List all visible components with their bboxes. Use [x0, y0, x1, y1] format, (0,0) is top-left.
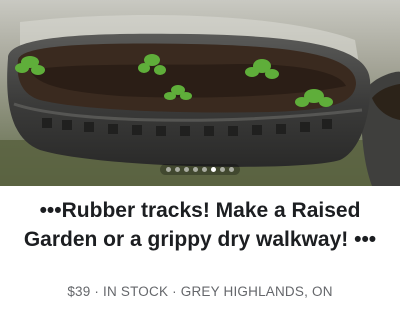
- pagination-dot[interactable]: [220, 167, 225, 172]
- pagination-dot[interactable]: [166, 167, 171, 172]
- listing-photo[interactable]: [0, 0, 400, 186]
- pagination-dot[interactable]: [184, 167, 189, 172]
- pagination-dot-active[interactable]: [211, 167, 216, 172]
- pagination-dot[interactable]: [175, 167, 180, 172]
- listing-meta: $39 · IN STOCK · GREY HIGHLANDS, ON: [67, 284, 333, 299]
- photo-pagination[interactable]: [0, 164, 400, 175]
- pagination-dot[interactable]: [193, 167, 198, 172]
- listing-title[interactable]: •••Rubber tracks! Make a Raised Garden o…: [12, 196, 388, 254]
- pagination-dot[interactable]: [202, 167, 207, 172]
- listing-card[interactable]: •••Rubber tracks! Make a Raised Garden o…: [0, 0, 400, 318]
- photo-pagination-dots: [160, 164, 240, 175]
- rubber-track-planter-image: [0, 0, 400, 186]
- pagination-dot[interactable]: [229, 167, 234, 172]
